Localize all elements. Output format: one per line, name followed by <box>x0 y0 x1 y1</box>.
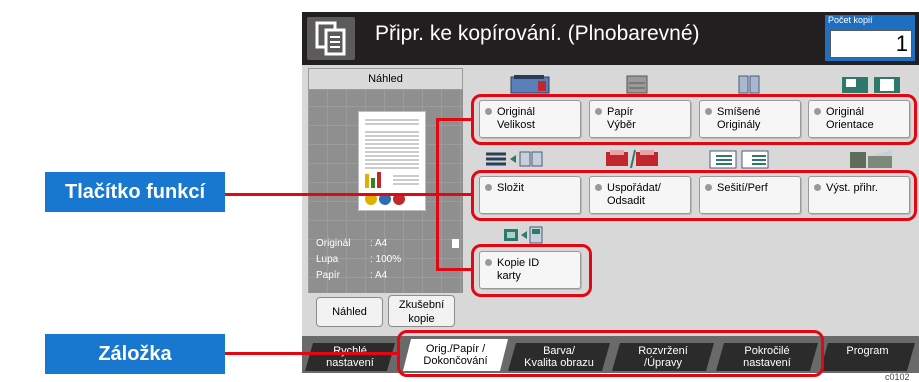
tab-program[interactable]: Program <box>820 343 915 371</box>
tab-quick-setup-line2: nastavení <box>326 357 374 369</box>
copy-count-label: Počet kopií <box>828 15 873 25</box>
tab-program-line1: Program <box>846 345 889 357</box>
id-card-copy-icon <box>502 223 544 245</box>
info-zoom-value: : 100% <box>370 254 402 265</box>
test-copy-line1: Zkušební <box>398 299 445 311</box>
paper-select-icon <box>625 73 649 95</box>
copy-count-value: 1 <box>895 31 908 56</box>
info-paper-label: Papír <box>316 270 340 281</box>
staple-punch-icon <box>708 148 772 170</box>
collate-offset-icon <box>604 148 660 170</box>
connector-row1 <box>436 118 472 121</box>
function-row1-highlight <box>471 94 917 145</box>
screen-title: Připr. ke kopírování. (Plnobarevné) <box>375 22 700 45</box>
preview-header: Náhled <box>308 68 463 90</box>
mixed-originals-icon <box>737 73 761 95</box>
copy-mode-icon <box>307 17 355 60</box>
portrait-icon <box>452 239 459 248</box>
info-zoom-label: Lupa <box>316 254 339 265</box>
info-paper-value: : A4 <box>370 270 388 281</box>
output-tray-icon <box>848 148 894 170</box>
connector-tab <box>225 352 398 355</box>
test-copy-button[interactable]: Zkušební kopie <box>388 295 455 327</box>
callout-function-key: Tlačítko funkcí <box>45 172 225 212</box>
test-copy-line2: kopie <box>408 313 435 325</box>
tab-highlight <box>397 330 824 377</box>
tab-quick-setup[interactable]: Rychlé nastavení <box>305 343 395 371</box>
connector-row3 <box>436 268 472 271</box>
preview-page-thumbnail <box>358 111 426 211</box>
callout-tab: Záložka <box>45 334 225 374</box>
fold-icon <box>484 148 544 170</box>
connector-function-key <box>225 193 472 196</box>
function-row3-highlight <box>471 244 592 297</box>
original-orientation-icon <box>840 73 902 95</box>
function-row2-highlight <box>471 170 917 221</box>
preview-button[interactable]: Náhled <box>316 297 383 327</box>
info-original-label: Originál <box>316 238 351 249</box>
info-original-value: : A4 <box>370 238 388 249</box>
original-size-icon <box>508 73 552 95</box>
tab-quick-setup-line1: Rychlé <box>333 345 367 357</box>
